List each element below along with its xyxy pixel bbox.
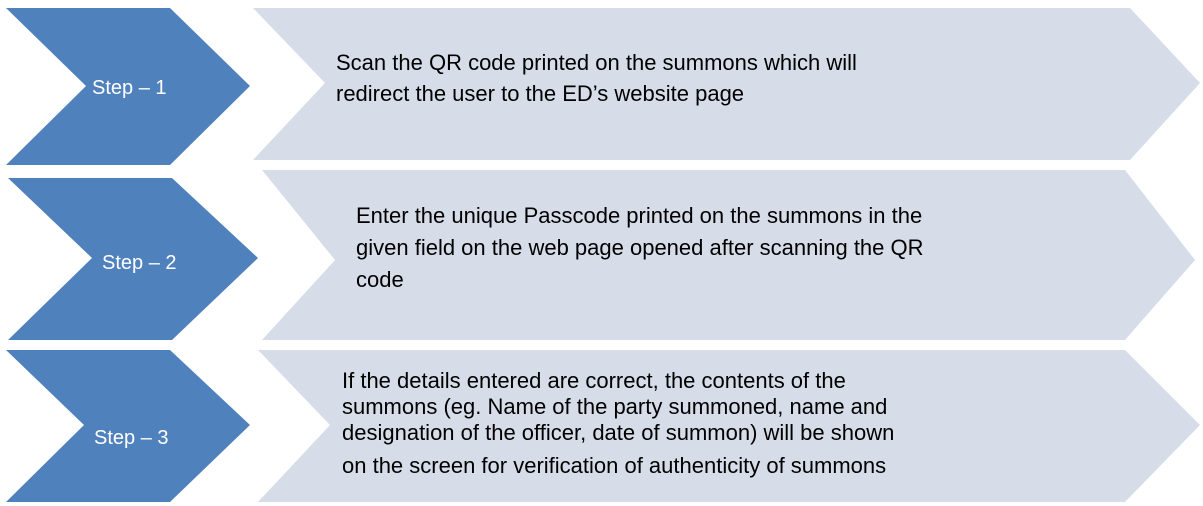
step-2-line-1: Enter the unique Passcode printed on the…: [356, 203, 923, 228]
step-1-label: Step – 1: [92, 77, 167, 99]
step-3-line-2: summons (eg. Name of the party summoned,…: [342, 394, 888, 419]
step-1-text: Scan the QR code printed on the summons …: [336, 47, 857, 109]
step-3-label: Step – 3: [94, 427, 169, 449]
step-3-line-4: on the screen for verification of authen…: [342, 453, 887, 478]
step-3-text: If the details entered are correct, the …: [342, 368, 894, 479]
step-3-line-1: If the details entered are correct, the …: [342, 368, 846, 393]
step-2-label: Step – 2: [102, 252, 177, 274]
step-2-text: Enter the unique Passcode printed on the…: [356, 200, 924, 296]
step-2-line-2: given field on the web page opened after…: [356, 235, 924, 260]
step-1-line-1: Scan the QR code printed on the summons …: [336, 50, 857, 75]
step-2-line-3: code: [356, 267, 404, 292]
step-3-line-3: designation of the officer, date of summ…: [342, 420, 895, 445]
step-1-line-2: redirect the user to the ED’s website pa…: [336, 81, 745, 106]
